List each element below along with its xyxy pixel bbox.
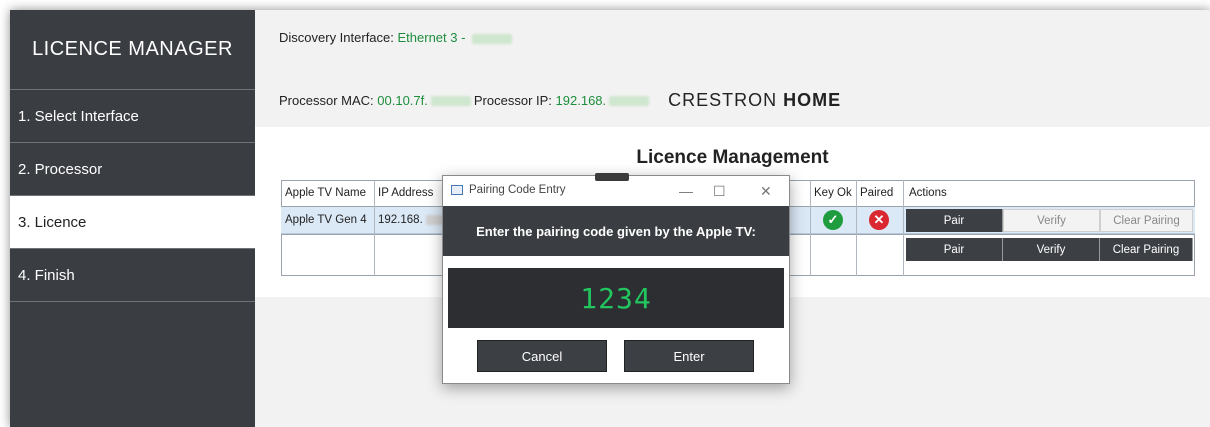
discovery-value: Ethernet 3 -	[397, 30, 466, 45]
maximize-icon[interactable]: ☐	[713, 183, 726, 200]
processor-info: Processor MAC: 00.10.7f. Processor IP: 1…	[279, 90, 841, 111]
ip-value: 192.168.	[555, 93, 607, 108]
column-header-actions[interactable]: Actions	[903, 180, 1003, 206]
window-app-icon	[451, 185, 463, 195]
sidebar-item-processor[interactable]: 2. Processor	[10, 143, 255, 196]
dialog-title: Pairing Code Entry	[469, 184, 566, 196]
pair-button[interactable]: Pair	[906, 209, 1003, 232]
cell-apple-tv-name: Apple TV Gen 4	[285, 214, 367, 226]
sidebar-item-select-interface[interactable]: 1. Select Interface	[10, 90, 255, 143]
licence-management-title: Licence Management	[636, 147, 829, 168]
clear-pairing-button[interactable]: Clear Pairing	[1100, 238, 1193, 261]
pairing-code-input[interactable]: 1234	[448, 268, 784, 328]
close-icon[interactable]: ✕	[760, 183, 772, 200]
enter-button[interactable]: Enter	[624, 340, 754, 372]
column-header-name[interactable]: Apple TV Name	[281, 180, 374, 206]
column-header-key-ok[interactable]: Key Ok	[810, 180, 856, 206]
redacted-text	[609, 95, 650, 106]
drag-handle-icon[interactable]	[595, 173, 629, 181]
discovery-label: Discovery Interface:	[279, 30, 394, 45]
app-title: LICENCE MANAGER	[10, 10, 255, 90]
pair-button[interactable]: Pair	[906, 238, 1003, 261]
crestron-home-logo: CRESTRON HOME	[668, 90, 842, 110]
discovery-interface-info: Discovery Interface: Ethernet 3 -	[279, 30, 515, 45]
clear-pairing-button[interactable]: Clear Pairing	[1100, 209, 1193, 232]
sidebar-item-licence[interactable]: 3. Licence	[10, 196, 255, 249]
verify-button[interactable]: Verify	[1003, 209, 1100, 232]
dialog-titlebar[interactable]: Pairing Code Entry — ☐ ✕	[443, 173, 789, 206]
minimize-icon[interactable]: —	[679, 183, 693, 199]
column-header-paired[interactable]: Paired	[856, 180, 903, 206]
sidebar: LICENCE MANAGER 1. Select Interface 2. P…	[10, 10, 255, 427]
pairing-prompt: Enter the pairing code given by the Appl…	[443, 206, 789, 256]
redacted-text	[430, 95, 471, 106]
cancel-button[interactable]: Cancel	[477, 340, 607, 372]
sidebar-item-finish[interactable]: 4. Finish	[10, 249, 255, 302]
ip-label: Processor IP:	[473, 93, 552, 108]
error-x-icon: ✕	[869, 210, 889, 230]
check-icon: ✓	[823, 210, 843, 230]
redacted-text	[472, 33, 513, 44]
verify-button[interactable]: Verify	[1003, 238, 1100, 261]
mac-value: 00.10.7f.	[377, 93, 428, 108]
pairing-code-dialog: Pairing Code Entry — ☐ ✕ Enter the pairi…	[442, 173, 790, 384]
mac-label: Processor MAC:	[279, 93, 374, 108]
